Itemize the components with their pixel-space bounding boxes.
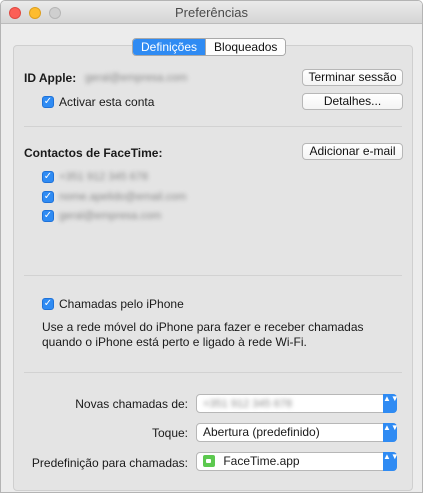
tab-control: Definições Bloqueados bbox=[132, 38, 287, 56]
tab-blocked[interactable]: Bloqueados bbox=[205, 39, 286, 55]
title-bar[interactable]: Preferências bbox=[1, 1, 422, 24]
contact-checkbox[interactable]: ✓ bbox=[42, 171, 54, 183]
window-title: Preferências bbox=[175, 5, 248, 20]
facetime-app-icon bbox=[203, 455, 215, 467]
tab-settings[interactable]: Definições bbox=[133, 39, 206, 55]
iphone-calls-checkbox[interactable]: ✓ bbox=[42, 298, 54, 310]
separator bbox=[24, 126, 402, 127]
check-icon: ✓ bbox=[43, 298, 53, 309]
iphone-calls-description-line2: quando o iPhone está perto e ligado à re… bbox=[42, 335, 307, 349]
new-calls-from-select[interactable]: +351 912 345 678 ▲▼ bbox=[196, 394, 399, 413]
ringtone-select[interactable]: Abertura (predefinido) ▲▼ bbox=[196, 423, 399, 442]
default-app-select[interactable]: FaceTime.app ▲▼ bbox=[196, 452, 399, 471]
new-calls-from-value: +351 912 345 678 bbox=[203, 398, 293, 410]
contact-checkbox[interactable]: ✓ bbox=[42, 191, 54, 203]
contact-checkbox[interactable]: ✓ bbox=[42, 210, 54, 222]
details-button[interactable]: Detalhes... bbox=[302, 93, 403, 110]
check-icon: ✓ bbox=[43, 96, 53, 107]
check-icon: ✓ bbox=[43, 171, 53, 182]
separator bbox=[24, 372, 402, 373]
facetime-contacts-label: Contactos de FaceTime: bbox=[24, 146, 163, 160]
iphone-calls-label: Chamadas pelo iPhone bbox=[59, 297, 184, 311]
popup-arrows-icon: ▲▼ bbox=[383, 394, 399, 413]
enable-account-checkbox[interactable]: ✓ bbox=[42, 96, 54, 108]
enable-account-label: Activar esta conta bbox=[59, 95, 155, 109]
popup-arrows-icon: ▲▼ bbox=[383, 423, 399, 442]
ringtone-label: Toque: bbox=[151, 426, 188, 440]
preferences-window: Preferências Definições Bloqueados ID Ap… bbox=[0, 0, 423, 493]
separator bbox=[24, 275, 402, 276]
ringtone-value: Abertura (predefinido) bbox=[203, 425, 320, 439]
contact-value: nome.apelido@email.com bbox=[59, 191, 187, 203]
check-icon: ✓ bbox=[43, 191, 53, 202]
contact-value: +351 912 345 678 bbox=[59, 171, 149, 183]
add-email-button[interactable]: Adicionar e-mail bbox=[302, 143, 403, 160]
check-icon: ✓ bbox=[43, 210, 53, 221]
default-app-label: Predefinição para chamadas: bbox=[31, 456, 188, 470]
iphone-calls-description-line1: Use a rede móvel do iPhone para fazer e … bbox=[42, 320, 364, 334]
apple-id-value: geral@empresa.com bbox=[85, 72, 188, 84]
new-calls-from-label: Novas chamadas de: bbox=[75, 397, 188, 411]
apple-id-label: ID Apple: bbox=[24, 71, 77, 85]
contact-value: geral@empresa.com bbox=[59, 210, 162, 222]
sign-out-button[interactable]: Terminar sessão bbox=[302, 69, 403, 86]
popup-arrows-icon: ▲▼ bbox=[383, 452, 399, 471]
default-app-value: FaceTime.app bbox=[223, 454, 300, 468]
